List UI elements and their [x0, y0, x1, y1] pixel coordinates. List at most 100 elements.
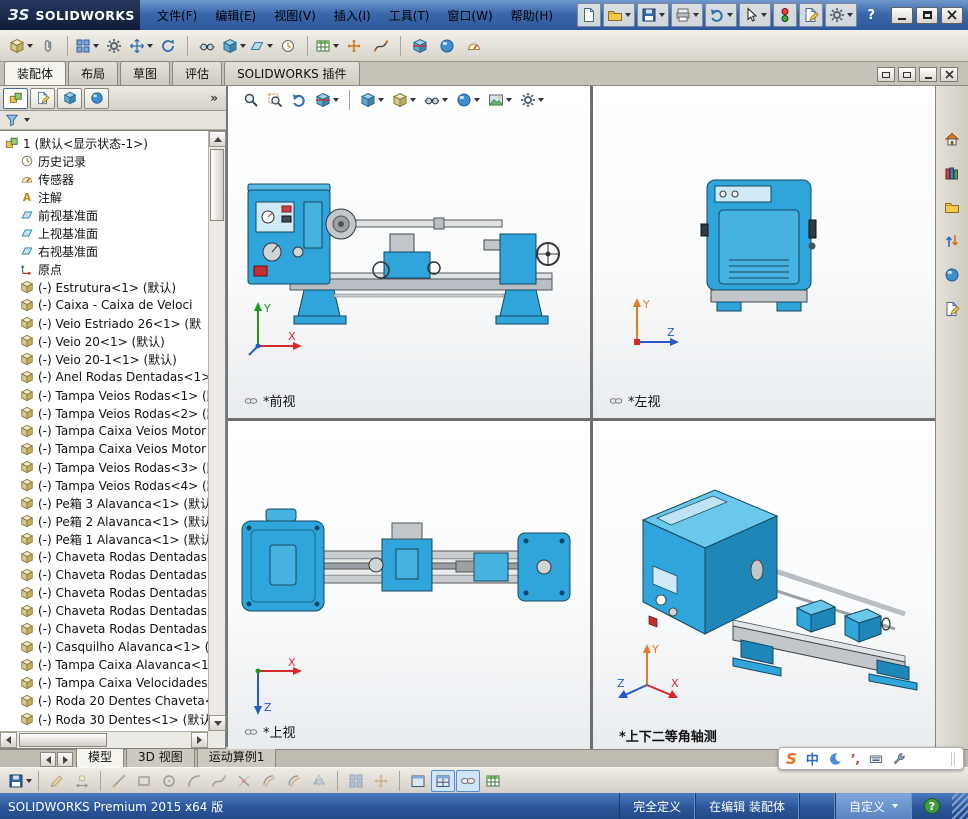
tab-scroll-right-button[interactable]	[57, 752, 73, 767]
tree-item-component[interactable]: (-) Caixa - Caixa de Veloci	[0, 296, 208, 314]
scrollbar-thumb[interactable]	[19, 733, 107, 747]
tab-addins[interactable]: SOLIDWORKS 插件	[224, 61, 360, 85]
tree-item-component[interactable]: (-) Pe箱 3 Alavanca<1> (默认	[0, 494, 208, 512]
exploded-view-button[interactable]	[341, 34, 367, 58]
ime-language-mode[interactable]: 中	[806, 749, 819, 768]
circle-button[interactable]	[157, 770, 181, 792]
tab-sketch[interactable]: 草图	[120, 61, 171, 85]
tree-item-annotations[interactable]: 注解	[0, 188, 208, 206]
tree-item-component[interactable]: (-) Pe箱 2 Alavanca<1> (默认	[0, 512, 208, 530]
view-orientation-button[interactable]	[357, 90, 387, 110]
tree-horizontal-scrollbar[interactable]	[0, 731, 208, 748]
tab-3d-views[interactable]: 3D 视图	[126, 746, 195, 767]
new-motion-study-button[interactable]	[275, 34, 301, 58]
tree-vertical-scrollbar[interactable]	[208, 131, 226, 731]
help-button[interactable]: ?	[859, 8, 883, 23]
tree-item-component[interactable]: (-) Veio Estriado 26<1> (默	[0, 314, 208, 332]
edit-appearance-button[interactable]	[453, 90, 483, 110]
doc-restore-button[interactable]	[898, 67, 916, 82]
save-button[interactable]	[8, 770, 32, 792]
select-button[interactable]	[739, 3, 772, 27]
tree-item-component[interactable]: (-) Tampa Caixa Veios Motor	[0, 422, 208, 440]
tab-model[interactable]: 模型	[76, 746, 125, 767]
rebuild-button[interactable]	[773, 3, 798, 27]
mirror-entities-button[interactable]	[307, 770, 331, 792]
tree-item-top-plane[interactable]: 上视基准面	[0, 224, 208, 242]
design-library-button[interactable]	[939, 160, 965, 186]
grid-system-button[interactable]	[344, 770, 368, 792]
ime-toolbox-icon[interactable]	[892, 752, 906, 766]
new-document-button[interactable]	[577, 3, 602, 27]
tree-item-component[interactable]: (-) Roda 30 Dentes<1> (默认	[0, 710, 208, 728]
menu-window[interactable]: 窗口(W)	[438, 3, 501, 28]
file-explorer-button[interactable]	[939, 194, 965, 220]
tree-item-component[interactable]: (-) Veio 20<1> (默认)	[0, 332, 208, 350]
tree-item-front-plane[interactable]: 前视基准面	[0, 206, 208, 224]
viewport-top[interactable]: X Z *上视	[228, 421, 590, 749]
tab-assembly[interactable]: 装配体	[4, 61, 67, 85]
scroll-down-button[interactable]	[209, 715, 226, 731]
menu-file[interactable]: 文件(F)	[148, 3, 206, 28]
snap-button[interactable]	[369, 770, 393, 792]
smart-dimension-button[interactable]	[70, 770, 94, 792]
arc-button[interactable]	[182, 770, 206, 792]
tree-item-history[interactable]: 历史记录	[0, 152, 208, 170]
minimize-button[interactable]	[891, 6, 913, 24]
sogou-logo-icon[interactable]: S	[786, 750, 797, 768]
four-view-button[interactable]	[431, 769, 455, 792]
tree-item-origin[interactable]: 原点	[0, 260, 208, 278]
filter-funnel-icon[interactable]	[5, 113, 19, 127]
linked-views-button[interactable]	[456, 769, 480, 792]
sketch-button[interactable]	[45, 770, 69, 792]
propertymanager-tab[interactable]	[30, 87, 55, 109]
tree-item-component[interactable]: (-) Tampa Veios Rodas<2> (默	[0, 404, 208, 422]
scrollbar-thumb[interactable]	[210, 149, 224, 221]
single-view-button[interactable]	[406, 770, 430, 792]
tab-scroll-left-button[interactable]	[40, 752, 56, 767]
hide-show-items-button[interactable]	[421, 90, 451, 110]
tree-item-component[interactable]: (-) Veio 20-1<1> (默认)	[0, 350, 208, 368]
viewport-left[interactable]: Y Z *左视	[593, 86, 935, 418]
bill-of-materials-button[interactable]	[314, 34, 340, 58]
scroll-up-button[interactable]	[209, 131, 226, 147]
ime-drag-grip[interactable]	[951, 751, 956, 766]
tree-item-component[interactable]: (-) Anel Rodas Dentadas<1>	[0, 368, 208, 386]
smart-fasteners-button[interactable]	[101, 34, 127, 58]
menu-edit[interactable]: 编辑(E)	[206, 3, 265, 28]
spline-button[interactable]	[207, 770, 231, 792]
doc-tile-button[interactable]	[877, 67, 895, 82]
show-hidden-components-button[interactable]	[194, 34, 220, 58]
assembly-visualization-button[interactable]	[434, 34, 460, 58]
status-help-icon[interactable]: ?	[924, 798, 940, 814]
tree-item-component[interactable]: (-) Chaveta Rodas Dentadas<	[0, 620, 208, 638]
menu-tools[interactable]: 工具(T)	[380, 3, 439, 28]
tree-item-component[interactable]: (-) Casquilho Alavanca<1> (	[0, 638, 208, 656]
tab-layout[interactable]: 布局	[68, 61, 119, 85]
linear-component-pattern-button[interactable]	[74, 34, 100, 58]
display-style-button[interactable]	[389, 90, 419, 110]
file-properties-button[interactable]	[799, 3, 824, 27]
scroll-left-button[interactable]	[0, 732, 17, 748]
zoom-to-fit-button[interactable]	[240, 90, 262, 110]
ime-soft-keyboard-icon[interactable]	[869, 752, 883, 766]
custom-properties-button[interactable]	[939, 296, 965, 322]
configurationmanager-tab[interactable]	[57, 87, 82, 109]
displaymanager-tab[interactable]	[84, 87, 109, 109]
chevron-down-icon[interactable]	[24, 118, 30, 122]
large-assembly-mode-button[interactable]	[461, 34, 487, 58]
view-palette-button[interactable]	[939, 228, 965, 254]
tree-item-component[interactable]: (-) Tampa Veios Rodas<3> (默	[0, 458, 208, 476]
tree-item-sensors[interactable]: 传感器	[0, 170, 208, 188]
tree-item-component[interactable]: (-) Chaveta Rodas Dentadas<	[0, 584, 208, 602]
apply-scene-button[interactable]	[485, 90, 515, 110]
scroll-right-button[interactable]	[191, 732, 208, 748]
menu-insert[interactable]: 插入(I)	[325, 3, 380, 28]
rectangle-button[interactable]	[132, 770, 156, 792]
bom-table-button[interactable]	[481, 770, 505, 792]
menu-view[interactable]: 视图(V)	[265, 3, 325, 28]
close-button[interactable]	[941, 6, 963, 24]
featuremanager-tab[interactable]	[3, 87, 28, 109]
rotate-component-button[interactable]	[155, 34, 181, 58]
reference-geometry-button[interactable]	[248, 34, 274, 58]
line-button[interactable]	[107, 770, 131, 792]
